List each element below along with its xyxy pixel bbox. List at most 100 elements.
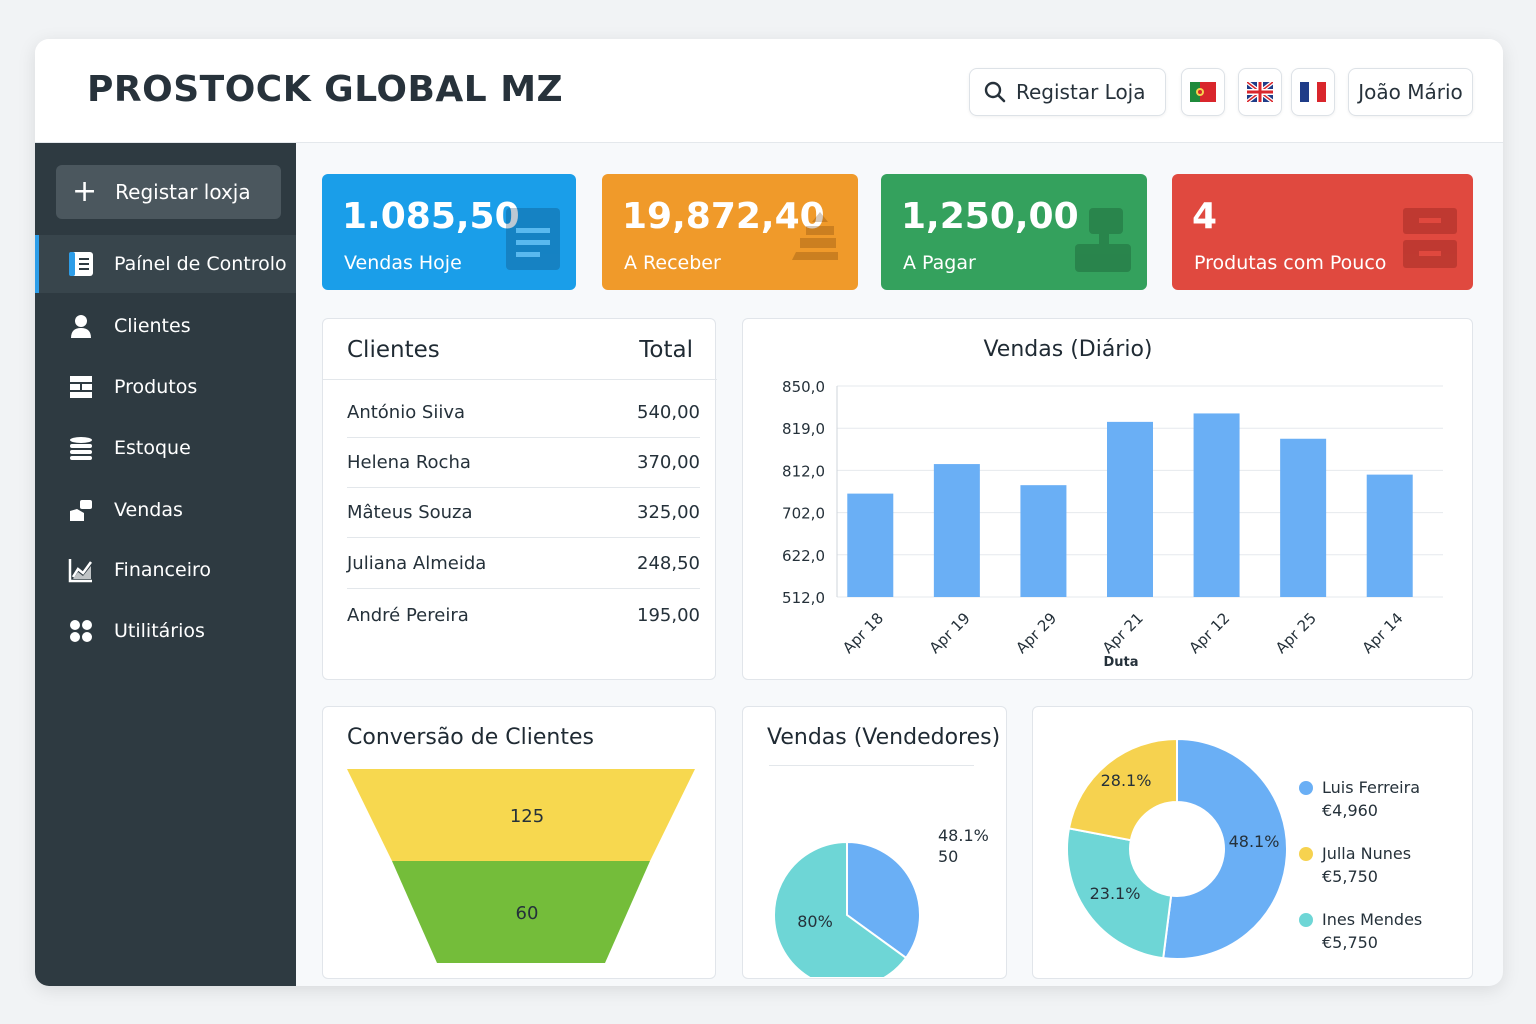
conversion-funnel-title: Conversão de Clientes	[347, 725, 594, 750]
sales-by-seller-pie-chart: 80%	[773, 840, 921, 977]
x-tick-label: Apr 18	[839, 609, 887, 657]
x-tick-label: Apr 12	[1185, 609, 1233, 657]
seller-donut-card: 48.1% 23.1% 28.1% Luis Ferreira €4,960 Jul…	[1032, 706, 1473, 979]
stack-icon	[68, 435, 94, 461]
sidebar-item-utilitarios[interactable]: Utilitários	[35, 602, 296, 660]
sidebar-item-dashboard[interactable]: Paínel de Controlo	[35, 235, 296, 293]
legend-dot	[1299, 781, 1313, 795]
conversion-funnel-card: Conversão de Clientes 125 60	[322, 706, 716, 979]
table-header-divider	[323, 379, 717, 380]
y-tick-label: 622,0	[782, 547, 825, 565]
legend-dot	[1299, 847, 1313, 861]
sidebar: + Registar loxja Paínel de Controlo Clie…	[35, 143, 296, 986]
stat-card-vendas-hoje[interactable]: 1.085,50 Vendas Hoje	[322, 174, 576, 290]
client-name: André Pereira	[347, 604, 469, 626]
sidebar-item-estoque[interactable]: Estoque	[35, 419, 296, 477]
y-tick-label: 850,0	[782, 378, 825, 396]
sidebar-item-financeiro[interactable]: Financeiro	[35, 541, 296, 599]
client-name: António Siiva	[347, 402, 466, 423]
pie-side-value: 50	[938, 847, 959, 866]
client-name: Juliana Almeida	[347, 553, 487, 574]
client-total: 195,00	[637, 604, 700, 626]
legend-item-julla[interactable]: Julla Nunes €5,750	[1322, 842, 1411, 888]
bar-apr-14	[1366, 474, 1413, 597]
funnel-stage-top-value: 125	[510, 806, 544, 827]
table-row[interactable]: André Pereira 195,00	[347, 590, 700, 640]
stat-label: A Receber	[624, 252, 721, 274]
y-tick-label: 819,0	[782, 420, 825, 438]
sidebar-item-produtos[interactable]: Produtos	[35, 358, 296, 416]
sidebar-item-label: Clientes	[114, 315, 191, 337]
legend-value: €5,750	[1322, 933, 1378, 952]
finance-chart-icon	[68, 557, 94, 583]
utilities-icon	[68, 618, 94, 644]
sidebar-item-label: Financeiro	[114, 559, 211, 581]
dashboard-icon	[68, 251, 94, 277]
client-name: Mâteus Souza	[347, 502, 473, 523]
x-axis-label: Duta	[1103, 655, 1138, 669]
clients-table-card: Clientes Total António Siiva 540,00 Helen…	[322, 318, 717, 680]
sales-by-seller-card: Vendas (Vendedores) 80% 48.1% 50	[742, 706, 1007, 979]
stat-label: A Pagar	[903, 252, 976, 274]
table-row[interactable]: Helena Rocha 370,00	[347, 438, 700, 488]
legend-name: Ines Mendes	[1322, 910, 1423, 929]
language-portuguese-button[interactable]	[1181, 68, 1225, 116]
register-store-search[interactable]: Registar Loja	[969, 68, 1166, 116]
user-icon	[68, 313, 94, 339]
search-label: Registar Loja	[1016, 80, 1146, 104]
legend-value: €4,960	[1322, 801, 1378, 820]
register-store-label: Registar loxja	[115, 180, 251, 204]
client-total: 325,00	[637, 502, 700, 523]
app-window: PROSTOCK GLOBAL MZ Registar Loja João Má…	[35, 39, 1503, 986]
language-english-button[interactable]	[1238, 68, 1282, 116]
stat-label: Produtas com Pouco	[1194, 252, 1387, 274]
register-icon	[506, 208, 560, 270]
table-row[interactable]: António Siiva 540,00	[347, 388, 700, 438]
payment-icon	[1075, 208, 1131, 272]
legend-name: Luis Ferreira	[1322, 778, 1421, 797]
top-header: PROSTOCK GLOBAL MZ Registar Loja João Má…	[35, 39, 1503, 143]
x-tick-label: Apr 29	[1012, 609, 1060, 657]
portugal-flag-icon	[1190, 82, 1216, 102]
bar-apr-18	[847, 493, 894, 597]
table-row[interactable]: Juliana Almeida 248,50	[347, 539, 700, 589]
sidebar-item-vendas[interactable]: Vendas	[35, 481, 296, 539]
legend-name: Julla Nunes	[1322, 844, 1412, 863]
uk-flag-icon	[1247, 82, 1273, 102]
client-total: 248,50	[637, 553, 700, 574]
daily-sales-chart-card: Vendas (Diário) 850,0 819,0 812,0 702,0 622,…	[742, 318, 1473, 680]
sidebar-item-label: Produtos	[114, 376, 198, 398]
bar-apr-21	[1107, 421, 1153, 597]
user-menu-button[interactable]: João Mário	[1348, 68, 1473, 116]
pie-slice-label: 80%	[797, 912, 833, 931]
table-row[interactable]: Mâteus Souza 325,00	[347, 488, 700, 538]
legend-item-luis[interactable]: Luis Ferreira €4,960	[1322, 776, 1420, 822]
stat-label: Vendas Hoje	[344, 252, 462, 274]
brand-title: PROSTOCK GLOBAL MZ	[87, 69, 564, 110]
legend-dot	[1299, 913, 1313, 927]
stat-card-a-pagar[interactable]: 1,250,00 A Pagar	[881, 174, 1147, 290]
stat-value: 1.085,50	[342, 196, 520, 237]
clients-table-title: Clientes	[347, 337, 440, 363]
register-store-button[interactable]: + Registar loxja	[56, 165, 281, 219]
title-divider	[769, 765, 974, 766]
language-french-button[interactable]	[1291, 68, 1335, 116]
sidebar-item-clientes[interactable]: Clientes	[35, 297, 296, 355]
search-icon	[984, 81, 1006, 103]
donut-slice-label: 28.1%	[1101, 771, 1152, 790]
sidebar-item-label: Estoque	[114, 437, 191, 459]
legend-item-ines[interactable]: Ines Mendes €5,750	[1322, 908, 1422, 954]
daily-sales-chart-title: Vendas (Diário)	[983, 337, 1153, 362]
client-name: Helena Rocha	[347, 452, 471, 473]
sidebar-item-label: Paínel de Controlo	[114, 253, 287, 275]
money-stack-icon	[792, 212, 838, 260]
pie-side-label: 48.1% 50	[938, 825, 989, 867]
bar-apr-12	[1193, 413, 1240, 597]
products-icon	[68, 374, 94, 400]
funnel-stage-bottom-value: 60	[516, 903, 539, 924]
stat-card-produtos-pouco[interactable]: 4 Produtas com Pouco	[1172, 174, 1473, 290]
clients-table-total-header: Total	[639, 337, 693, 363]
legend-value: €5,750	[1322, 867, 1378, 886]
donut-slice-label: 23.1%	[1090, 884, 1141, 903]
stat-card-a-receber[interactable]: 19,872,40 A Receber	[602, 174, 858, 290]
